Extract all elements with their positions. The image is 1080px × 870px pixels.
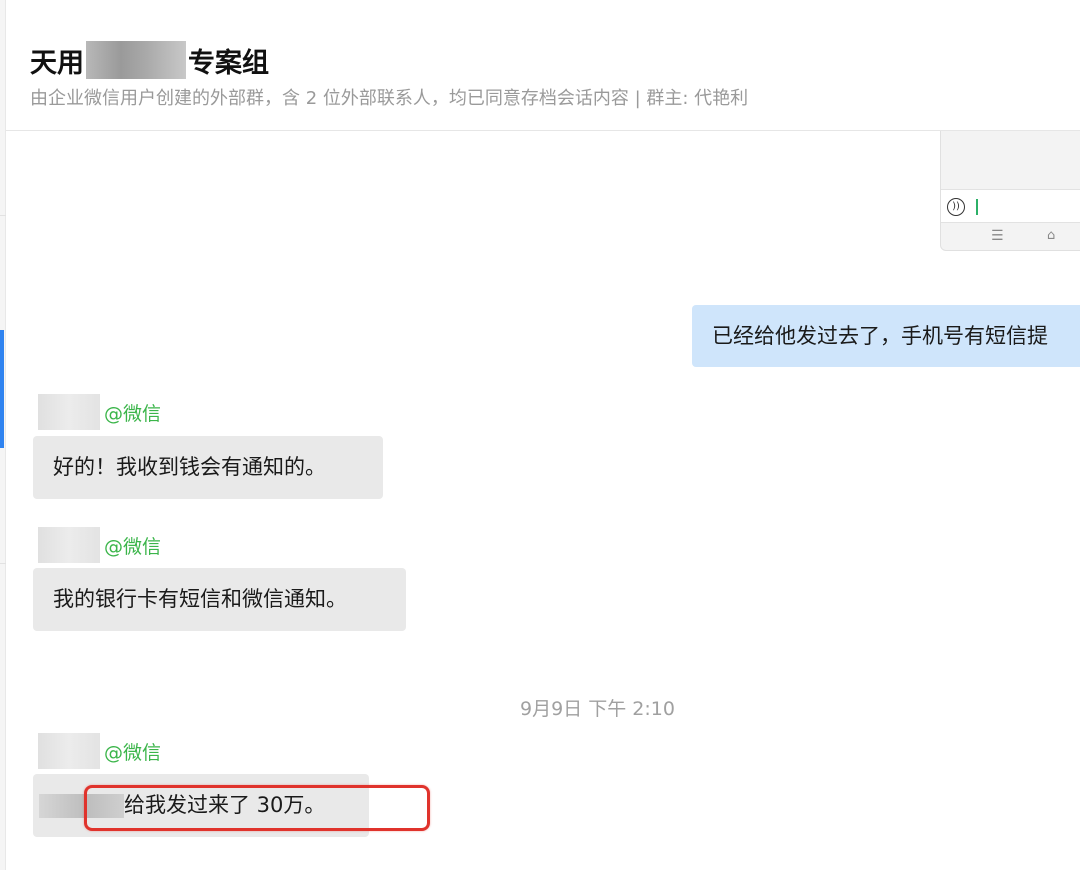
embedded-input-row: )) xyxy=(941,189,1080,223)
wechat-tag: @微信 xyxy=(104,535,162,558)
group-title-prefix: 天用 xyxy=(30,47,84,79)
wechat-tag: @微信 xyxy=(104,402,162,425)
message-timestamp: 9月9日 下午 2:10 xyxy=(520,698,675,720)
incoming-message-bubble[interactable]: 好的！我收到钱会有通知的。 xyxy=(33,436,383,499)
text-caret xyxy=(976,199,978,215)
voice-icon: )) xyxy=(947,198,965,216)
group-title-suffix: 专案组 xyxy=(188,47,269,79)
sender-row: @微信 xyxy=(38,733,161,769)
sidebar-divider xyxy=(0,563,6,564)
message-text: 我的银行卡有短信和微信通知。 xyxy=(53,587,347,611)
redacted-name xyxy=(86,41,186,79)
wechat-tag: @微信 xyxy=(104,741,162,764)
chat-header: 天用 专案组 由企业微信用户创建的外部群，含 2 位外部联系人，均已同意存档会话… xyxy=(6,0,1080,131)
incoming-message-bubble[interactable]: 我的银行卡有短信和微信通知。 xyxy=(33,568,406,631)
redacted-avatar xyxy=(38,733,100,769)
group-title: 天用 专案组 xyxy=(30,40,269,80)
message-text: 好的！我收到钱会有通知的。 xyxy=(53,455,326,479)
home-icon: ⌂ xyxy=(1047,228,1056,243)
sidebar-divider xyxy=(0,215,6,216)
redacted-avatar xyxy=(38,527,100,563)
sender-row: @微信 xyxy=(38,527,161,563)
menu-icon: ☰ xyxy=(991,228,1004,244)
sender-row: @微信 xyxy=(38,394,161,430)
sidebar-active-marker xyxy=(0,330,4,448)
group-subtitle: 由企业微信用户创建的外部群，含 2 位外部联系人，均已同意存档会话内容 | 群主… xyxy=(30,88,749,109)
outgoing-message-bubble[interactable]: 已经给他发过去了，手机号有短信提 xyxy=(692,305,1080,367)
message-text: 已经给他发过去了，手机号有短信提 xyxy=(712,324,1048,348)
highlight-annotation xyxy=(84,785,430,831)
embedded-screenshot: )) ☰ ⌂ xyxy=(940,131,1080,251)
redacted-avatar xyxy=(38,394,100,430)
